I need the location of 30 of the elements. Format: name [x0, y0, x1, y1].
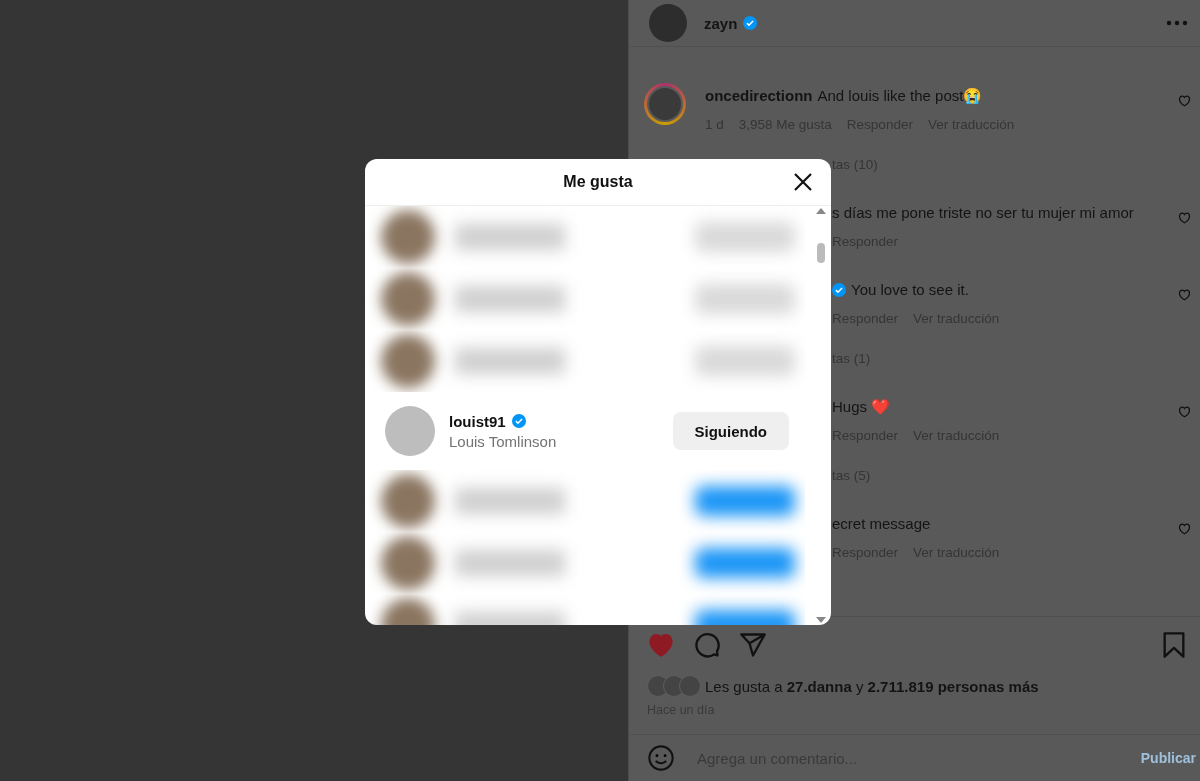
- more-options-icon[interactable]: [1166, 20, 1188, 26]
- heart-icon[interactable]: [1177, 521, 1192, 536]
- likes-summary[interactable]: Les gusta a 27.danna y 2.711.819 personas más: [705, 677, 1039, 695]
- comment-icon[interactable]: [693, 631, 721, 659]
- comment-text: Hugs ❤: [832, 398, 891, 416]
- user-avatar[interactable]: [385, 406, 435, 456]
- scroll-down-arrow-icon[interactable]: [816, 617, 826, 623]
- following-button[interactable]: Siguiendo: [672, 412, 789, 450]
- comment-text: s días me pone triste no ser tu mujer mi amor: [832, 204, 1134, 222]
- user-avatar[interactable]: [644, 83, 686, 125]
- close-icon[interactable]: [793, 172, 813, 192]
- comment-username[interactable]: oncedirectionn: [705, 87, 813, 105]
- send-icon[interactable]: [739, 631, 767, 659]
- scroll-up-arrow-icon[interactable]: [816, 208, 826, 214]
- post-username[interactable]: zayn: [704, 14, 738, 32]
- username[interactable]: louist91: [449, 412, 506, 430]
- heart-icon[interactable]: [1177, 93, 1192, 108]
- bookmark-icon[interactable]: [1162, 631, 1186, 659]
- heart-icon[interactable]: [1177, 287, 1192, 302]
- user-avatar[interactable]: [649, 4, 687, 42]
- comment-text: ecret message: [832, 515, 931, 533]
- comment-text: You love to see it.: [851, 281, 969, 299]
- liker-avatars: [647, 675, 701, 697]
- comment-text: And louis like the post😭: [817, 87, 983, 105]
- heart-icon[interactable]: [1177, 210, 1192, 225]
- heart-icon[interactable]: [1177, 404, 1192, 419]
- full-name: Louis Tomlinson: [449, 432, 558, 450]
- dialog-title: Me gusta: [563, 173, 633, 191]
- scrollbar-thumb[interactable]: [817, 243, 825, 263]
- emoji-icon[interactable]: [647, 744, 675, 772]
